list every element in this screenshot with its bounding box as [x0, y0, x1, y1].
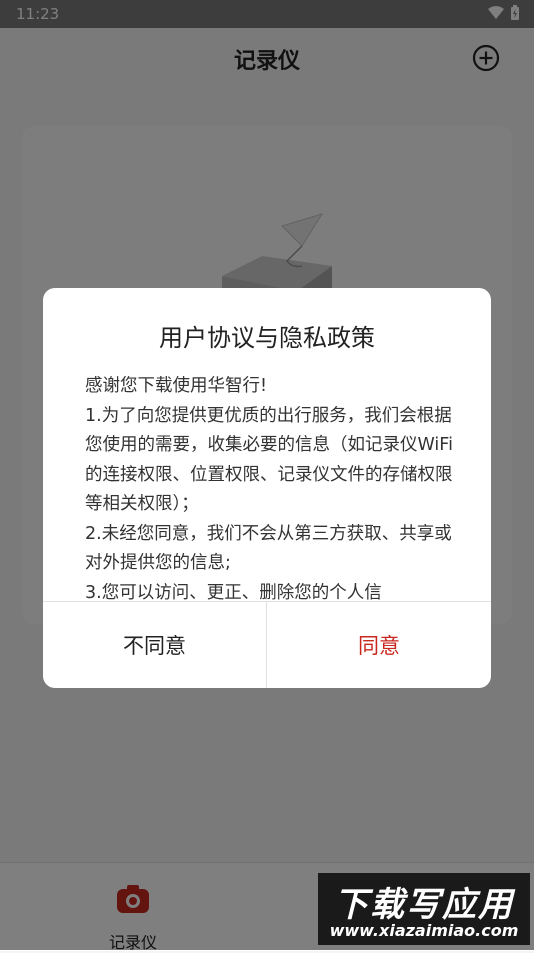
privacy-dialog: 用户协议与隐私政策 感谢您下载使用华智行! 1.为了向您提供更优质的出行服务，我…	[43, 288, 491, 688]
disagree-button[interactable]: 不同意	[43, 602, 266, 688]
dialog-paragraph: 2.未经您同意，我们不会从第三方获取、共享或对外提供您的信息;	[85, 523, 452, 574]
dialog-paragraph: 1.为了向您提供更优质的出行服务，我们会根据您使用的需要，收集必要的信息（如记录…	[85, 405, 453, 515]
watermark-logo: 下载写应用 www.xiazaimiao.com	[318, 873, 530, 945]
dialog-title: 用户协议与隐私政策	[159, 324, 375, 352]
watermark-url: www.xiazaimiao.com	[329, 921, 519, 940]
dialog-body-scroll[interactable]: 感谢您下载使用华智行! 1.为了向您提供更优质的出行服务，我们会根据您使用的需要…	[85, 372, 457, 602]
agree-button[interactable]: 同意	[267, 602, 491, 688]
watermark-title: 下载写应用	[334, 885, 514, 925]
dialog-paragraph: 感谢您下载使用华智行!	[85, 376, 268, 396]
dialog-paragraph: 3.您可以访问、更正、删除您的个人信	[85, 582, 382, 603]
